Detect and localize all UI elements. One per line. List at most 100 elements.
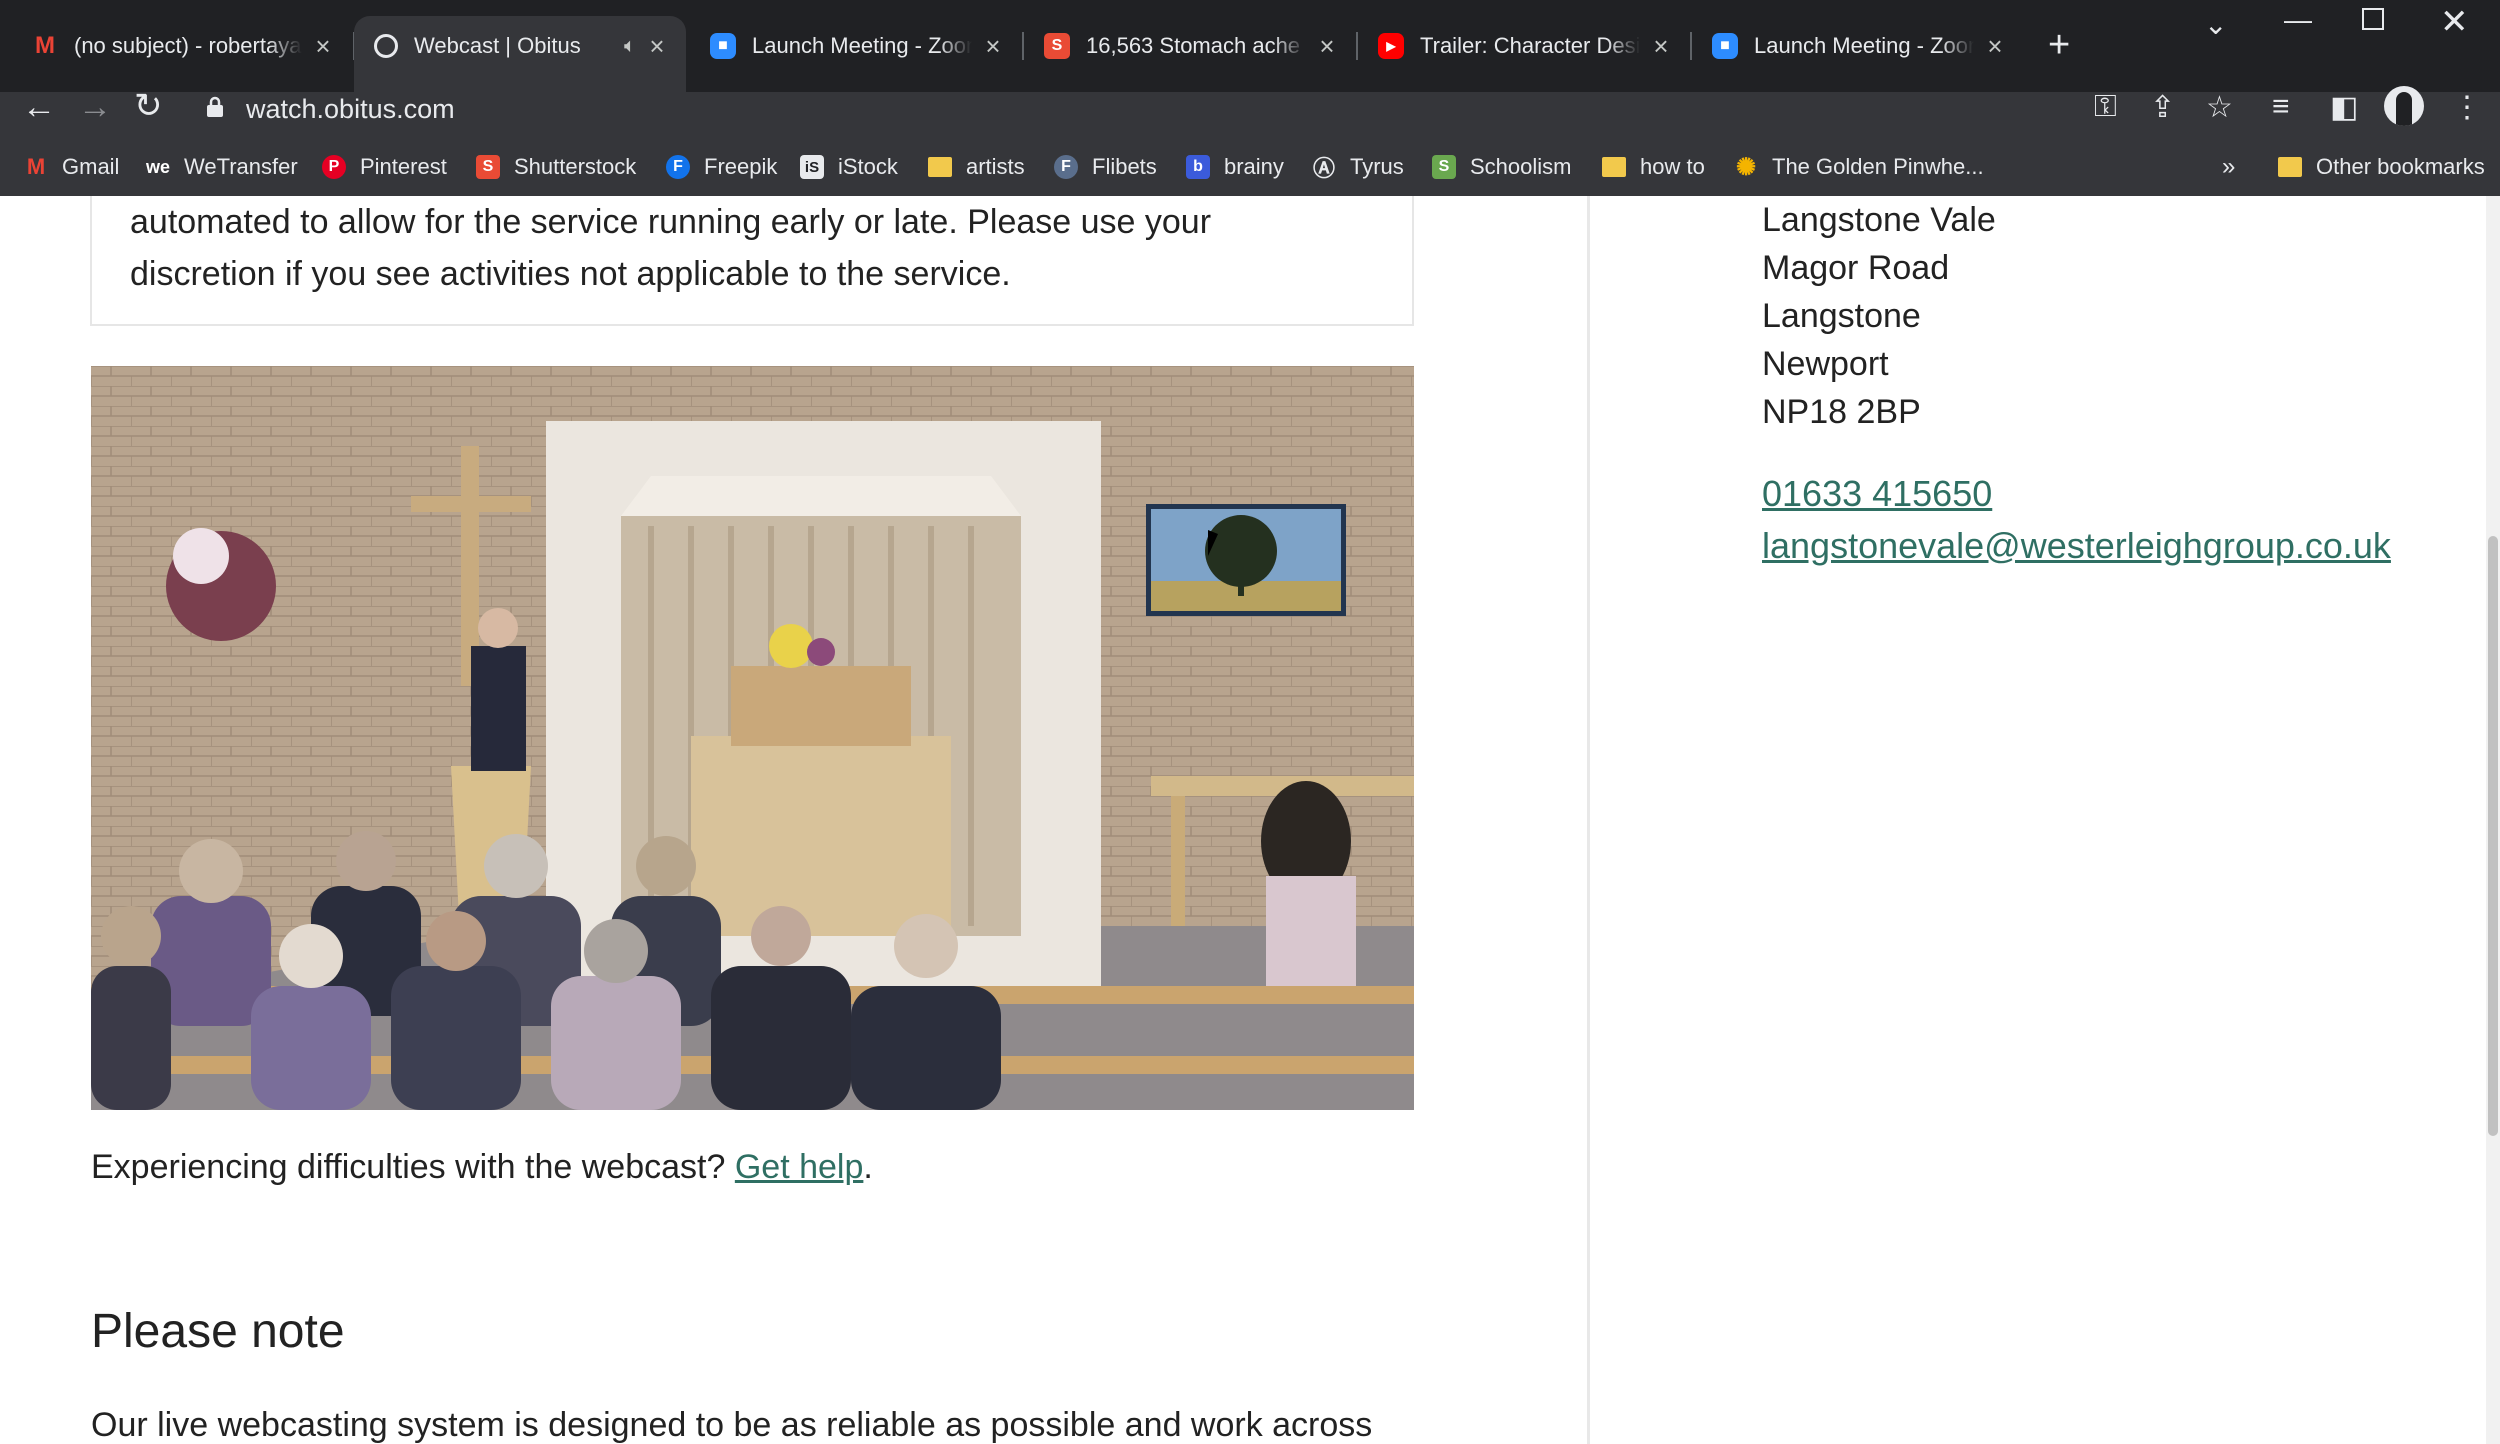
tab-strip: M (no subject) - robertaya × Webcast | O… — [0, 0, 2500, 92]
tab-youtube-trailer[interactable]: ▶ Trailer: Character Desig × — [1358, 16, 1690, 76]
help-suffix: . — [863, 1148, 873, 1186]
get-help-link[interactable]: Get help — [735, 1148, 864, 1186]
flibets-icon: F — [1054, 155, 1078, 179]
webcast-video-frame — [91, 366, 1414, 1110]
notice-text-line: discretion if you see activities not app… — [130, 255, 1011, 293]
address-bar-url[interactable]: watch.obitus.com — [246, 94, 455, 125]
bookmark-label: Flibets — [1092, 154, 1157, 179]
email-link[interactable]: langstonevale@westerleighgroup.co.uk — [1762, 520, 2391, 572]
bookmark-gmail[interactable]: M Gmail — [24, 150, 120, 184]
globe-icon — [374, 34, 398, 58]
bookmark-pinterest[interactable]: P Pinterest — [322, 150, 447, 184]
freepik-icon: F — [666, 155, 690, 179]
bookmark-golden-pinwheel[interactable]: ✺ The Golden Pinwhe... — [1734, 150, 1984, 184]
tab-gmail[interactable]: M (no subject) - robertaya × — [12, 16, 352, 76]
webcast-help-line: Experiencing difficulties with the webca… — [91, 1148, 873, 1187]
close-tab-icon[interactable]: × — [1314, 31, 1340, 62]
folder-icon — [928, 157, 952, 177]
tab-webcast-obitus[interactable]: Webcast | Obitus 🔈︎ × — [354, 16, 686, 92]
page-content: automated to allow for the service runni… — [0, 196, 2500, 1444]
page-scrollbar-thumb[interactable] — [2488, 536, 2498, 1136]
bookmark-label: Schoolism — [1470, 154, 1572, 179]
tab-title: (no subject) - robertaya — [74, 33, 302, 58]
tab-title: Webcast | Obitus — [414, 33, 581, 58]
shutterstock-icon: S — [476, 155, 500, 179]
folder-icon — [2278, 157, 2302, 177]
schoolism-icon: S — [1432, 155, 1456, 179]
shutterstock-icon: S — [1044, 33, 1070, 59]
bookmark-label: brainy — [1224, 154, 1284, 179]
tab-search-chevron-icon[interactable]: ⌄ — [2204, 8, 2227, 41]
address-line: Langstone Vale — [1762, 201, 1996, 239]
phone-link[interactable]: 01633 415650 — [1762, 468, 2391, 520]
pinwheel-icon: ✺ — [1735, 153, 1757, 181]
bookmark-label: Pinterest — [360, 154, 447, 179]
zoom-icon: ■ — [710, 33, 736, 59]
venue-address: Langstone Vale Magor Road Langstone Newp… — [1762, 196, 1996, 436]
help-text: Experiencing difficulties with the webca… — [91, 1148, 726, 1186]
tab-launch-meeting-zoom-2[interactable]: ■ Launch Meeting - Zoom × — [1692, 16, 2024, 76]
close-tab-icon[interactable]: × — [980, 31, 1006, 62]
brainy-icon: b — [1186, 155, 1210, 179]
bookmark-folder-how-to[interactable]: how to — [1602, 150, 1705, 184]
folder-icon — [1602, 157, 1626, 177]
bookmark-label: Gmail — [62, 154, 120, 179]
speaker-muted-icon[interactable]: 🔈︎ — [624, 35, 636, 58]
youtube-icon: ▶ — [1378, 33, 1404, 59]
bookmark-schoolism[interactable]: S Schoolism — [1432, 150, 1571, 184]
media-queue-icon[interactable]: ≡ — [2272, 90, 2290, 124]
tab-title: Launch Meeting - Zoom — [752, 33, 972, 58]
forward-arrow-icon[interactable]: → — [78, 88, 112, 127]
zoom-icon: ■ — [1712, 33, 1738, 59]
kebab-menu-icon[interactable]: ⋮ — [2452, 90, 2482, 125]
bookmark-istock[interactable]: iS iStock — [800, 150, 898, 184]
minimize-icon[interactable]: — — [2284, 4, 2312, 36]
tab-launch-meeting-zoom[interactable]: ■ Launch Meeting - Zoom × — [690, 16, 1022, 76]
bookmark-label: Freepik — [704, 154, 778, 179]
column-divider — [1587, 196, 1590, 1444]
bookmark-folder-artists[interactable]: artists — [928, 150, 1025, 184]
address-line: Langstone — [1762, 297, 1921, 335]
gmail-icon: M — [35, 32, 55, 59]
bookmark-shutterstock[interactable]: S Shutterstock — [476, 150, 636, 184]
lock-icon[interactable] — [206, 96, 224, 118]
tab-title: 16,563 Stomach ache St — [1086, 33, 1306, 58]
bookmark-brainy[interactable]: b brainy — [1186, 150, 1284, 184]
close-tab-icon[interactable]: × — [1648, 31, 1674, 62]
webcast-video-player[interactable] — [91, 366, 1414, 1110]
notice-text-line: automated to allow for the service runni… — [130, 203, 1212, 241]
bookmark-label: Tyrus — [1350, 154, 1404, 179]
back-arrow-icon[interactable]: ← — [22, 88, 56, 127]
close-tab-icon[interactable]: × — [1982, 31, 2008, 62]
close-tab-icon[interactable]: × — [310, 31, 336, 62]
mouse-cursor — [1208, 530, 1218, 556]
please-note-paragraph: Our live webcasting system is designed t… — [91, 1406, 1373, 1444]
star-bookmark-icon[interactable]: ☆ — [2206, 90, 2233, 125]
istock-icon: iS — [800, 155, 824, 179]
tyrus-icon: Ⓐ — [1312, 156, 1335, 181]
tab-title: Launch Meeting - Zoom — [1754, 33, 1974, 58]
key-icon[interactable]: ⚿ — [2094, 90, 2117, 124]
bookmark-flibets[interactable]: F Flibets — [1054, 150, 1157, 184]
profile-avatar[interactable] — [2384, 86, 2424, 126]
bookmarks-overflow-chevron[interactable]: » — [2222, 150, 2235, 184]
pinterest-icon: P — [322, 155, 346, 179]
close-window-icon[interactable]: ✕ — [2440, 2, 2469, 42]
maximize-icon[interactable] — [2362, 8, 2384, 30]
reload-icon[interactable]: ↻ — [134, 86, 163, 126]
bookmark-freepik[interactable]: F Freepik — [666, 150, 777, 184]
bookmark-wetransfer[interactable]: we WeTransfer — [146, 150, 298, 184]
new-tab-button[interactable]: + — [2048, 24, 2070, 67]
bookmark-label: how to — [1640, 154, 1705, 179]
address-line: Magor Road — [1762, 249, 1950, 287]
close-tab-icon[interactable]: × — [644, 31, 670, 62]
gmail-icon: M — [26, 154, 46, 179]
bookmark-folder-other[interactable]: Other bookmarks — [2278, 150, 2485, 184]
tab-title: Trailer: Character Desig — [1420, 33, 1640, 58]
tab-shutterstock[interactable]: S 16,563 Stomach ache St × — [1024, 16, 1356, 76]
wetransfer-icon: we — [146, 156, 171, 177]
share-icon[interactable]: ⇪ — [2150, 90, 2175, 125]
bookmark-tyrus[interactable]: Ⓐ Tyrus — [1312, 150, 1404, 184]
address-line: Newport — [1762, 345, 1889, 383]
side-panel-icon[interactable]: ◧ — [2330, 90, 2358, 125]
